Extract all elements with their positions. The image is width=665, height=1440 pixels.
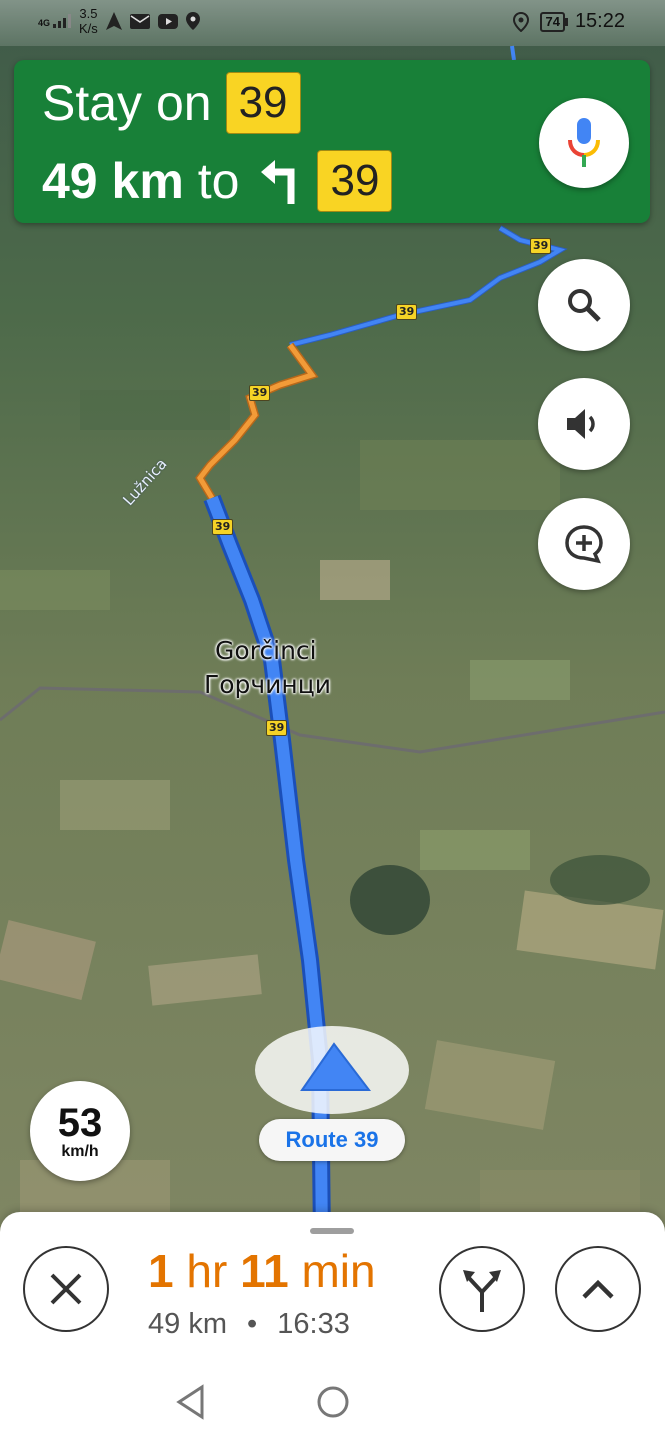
eta-hours-number: 1: [148, 1245, 174, 1297]
battery-icon: 74: [540, 11, 569, 32]
eta-details: 49 km • 16:33: [148, 1308, 350, 1341]
road-shield: 39: [396, 304, 418, 320]
speedometer: 53 km/h: [30, 1081, 130, 1181]
route-name-chip[interactable]: Route 39: [259, 1119, 405, 1161]
instruction-text: Stay on: [42, 75, 212, 131]
add-report-button[interactable]: [538, 498, 630, 590]
separator-dot: •: [247, 1308, 258, 1340]
expand-sheet-button[interactable]: [555, 1246, 641, 1332]
status-left-group: 4G 3.5 K/s: [38, 6, 200, 36]
eta-minutes-unit: min: [301, 1245, 376, 1297]
distance-suffix: to: [197, 153, 240, 209]
speed-unit: km/h: [61, 1143, 99, 1160]
place-name-latin: Gorčinci: [215, 636, 317, 665]
add-comment-icon: [565, 525, 603, 564]
close-icon: [50, 1273, 82, 1305]
mail-icon: [129, 13, 150, 29]
data-speed-unit: K/s: [79, 21, 98, 36]
network-type: 4G: [38, 18, 51, 28]
road-shield: 39: [212, 519, 234, 535]
road-shield: 39: [530, 238, 552, 254]
voice-search-button[interactable]: [539, 98, 629, 188]
navigation-arrow-icon: [105, 12, 122, 30]
data-speed: 3.5 K/s: [79, 6, 98, 36]
arrival-time: 16:33: [277, 1308, 350, 1340]
chevron-up-icon: [582, 1279, 614, 1299]
status-right-group: 74 15:22: [512, 10, 625, 33]
eta-minutes-number: 11: [240, 1245, 289, 1297]
road-shield: 39: [266, 720, 288, 736]
location-pin-icon: [185, 12, 200, 30]
search-icon: [568, 289, 601, 322]
alternate-routes-button[interactable]: [439, 1246, 525, 1332]
navigation-banner[interactable]: Stay on 39 49 km to 39: [14, 60, 650, 223]
place-name-cyrillic: Горчинци: [204, 670, 332, 699]
data-speed-value: 3.5: [79, 6, 98, 21]
search-along-route-button[interactable]: [538, 259, 630, 351]
drag-handle[interactable]: [310, 1228, 354, 1234]
fork-route-icon: [463, 1270, 501, 1312]
back-nav-icon[interactable]: [176, 1384, 206, 1420]
distance-row: 49 km to 39: [42, 150, 393, 212]
route-shield: 39: [225, 72, 301, 134]
microphone-icon: [568, 118, 600, 167]
eta-hours-unit: hr: [186, 1245, 228, 1297]
signal-icon: 4G: [38, 14, 72, 28]
youtube-icon: [157, 13, 178, 29]
next-turn-shield: 39: [317, 150, 393, 212]
trip-summary-sheet[interactable]: 1 hr 11 min 49 km • 16:33: [0, 1212, 665, 1440]
volume-icon: [567, 409, 595, 439]
instruction-row: Stay on 39: [42, 72, 301, 134]
clock: 15:22: [574, 10, 625, 32]
current-speed: 53: [57, 1101, 103, 1145]
turn-left-arrow-icon: [261, 160, 295, 204]
sound-button[interactable]: [538, 378, 630, 470]
status-bar: 4G 3.5 K/s 74 15:22: [0, 0, 665, 46]
eta-duration: 1 hr 11 min: [148, 1244, 376, 1298]
location-icon: [513, 11, 530, 32]
exit-navigation-button[interactable]: [23, 1246, 109, 1332]
home-nav-icon[interactable]: [316, 1384, 350, 1420]
remaining-distance: 49 km: [148, 1308, 227, 1340]
road-shield: 39: [249, 385, 271, 401]
distance-to-turn: 49 km: [42, 153, 184, 209]
